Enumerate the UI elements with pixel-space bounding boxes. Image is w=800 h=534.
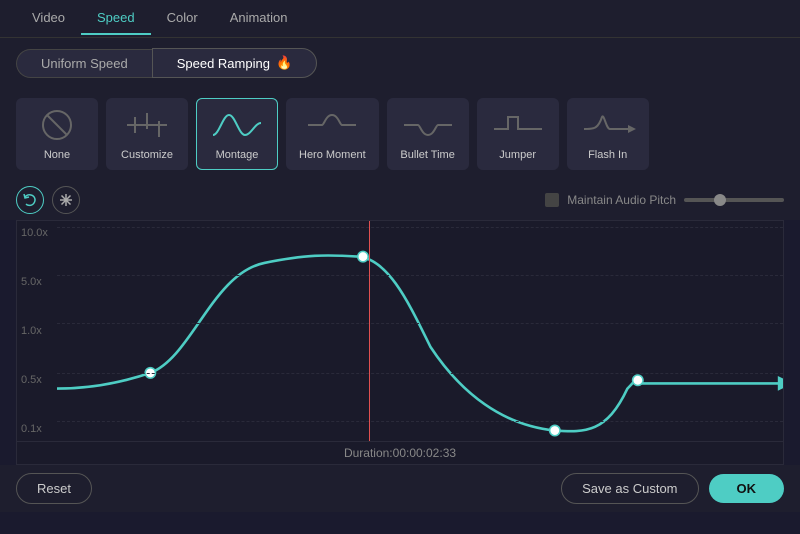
audio-pitch-slider[interactable] [684, 198, 784, 202]
audio-pitch-checkbox[interactable] [545, 193, 559, 207]
preset-hero[interactable]: Hero Moment [286, 98, 379, 170]
chart-container: 10.0x 5.0x 1.0x 0.5x 0.1x [16, 220, 784, 442]
controls-bar: Maintain Audio Pitch [0, 180, 800, 220]
y-label-10: 10.0x [21, 227, 53, 239]
preset-none-label: None [44, 149, 70, 161]
preset-montage-icon [209, 107, 265, 143]
tab-video[interactable]: Video [16, 2, 81, 35]
preset-hero-icon [304, 107, 360, 143]
grid-line-1 [57, 227, 783, 228]
audio-pitch-label: Maintain Audio Pitch [567, 193, 676, 207]
presets-row: None Customize Montage Hero Moment Bulle… [0, 88, 800, 180]
speed-ramping-btn[interactable]: Speed Ramping 🔥 [152, 48, 317, 78]
right-buttons: Save as Custom OK [561, 473, 784, 504]
uniform-speed-btn[interactable]: Uniform Speed [16, 49, 152, 78]
preset-jumper[interactable]: Jumper [477, 98, 559, 170]
top-nav: Video Speed Color Animation [0, 0, 800, 38]
playhead-line [369, 221, 370, 441]
preset-bullet-label: Bullet Time [400, 149, 454, 161]
preset-none[interactable]: None [16, 98, 98, 170]
preset-none-icon [29, 107, 85, 143]
preset-hero-label: Hero Moment [299, 149, 366, 161]
preset-customize-icon [119, 107, 175, 143]
y-label-05: 0.5x [21, 374, 53, 386]
preset-flashin[interactable]: Flash In [567, 98, 649, 170]
reset-button[interactable]: Reset [16, 473, 92, 504]
speed-toggle-bar: Uniform Speed Speed Ramping 🔥 [0, 38, 800, 88]
grid-line-3 [57, 323, 783, 324]
preset-jumper-label: Jumper [499, 149, 536, 161]
y-label-5: 5.0x [21, 276, 53, 288]
tab-color[interactable]: Color [151, 2, 214, 35]
undo-icon[interactable] [16, 186, 44, 214]
preset-montage[interactable]: Montage [196, 98, 278, 170]
preset-flashin-label: Flash In [588, 149, 627, 161]
audio-pitch-control: Maintain Audio Pitch [545, 193, 784, 207]
speed-curve-svg [57, 221, 783, 441]
preset-bullet-icon [400, 107, 456, 143]
preset-bullet[interactable]: Bullet Time [387, 98, 469, 170]
preset-montage-label: Montage [216, 149, 259, 161]
tab-speed[interactable]: Speed [81, 2, 151, 35]
speed-ramping-label: Speed Ramping [177, 56, 270, 71]
preset-customize[interactable]: Customize [106, 98, 188, 170]
preset-jumper-icon [490, 107, 546, 143]
chart-svg-area [57, 221, 783, 441]
preset-flashin-icon [580, 107, 636, 143]
ok-button[interactable]: OK [709, 474, 785, 503]
grid-line-5 [57, 421, 783, 422]
fire-icon: 🔥 [276, 55, 292, 71]
freeze-icon[interactable] [52, 186, 80, 214]
preset-customize-label: Customize [121, 149, 173, 161]
bottom-bar: Reset Save as Custom OK [0, 465, 800, 512]
y-label-01: 0.1x [21, 423, 53, 435]
save-custom-button[interactable]: Save as Custom [561, 473, 698, 504]
tab-animation[interactable]: Animation [214, 2, 304, 35]
grid-line-4 [57, 373, 783, 374]
y-axis: 10.0x 5.0x 1.0x 0.5x 0.1x [17, 221, 57, 441]
audio-pitch-slider-thumb [714, 194, 726, 206]
grid-line-2 [57, 275, 783, 276]
duration-label: Duration:00:00:02:33 [16, 442, 784, 465]
y-label-1: 1.0x [21, 325, 53, 337]
